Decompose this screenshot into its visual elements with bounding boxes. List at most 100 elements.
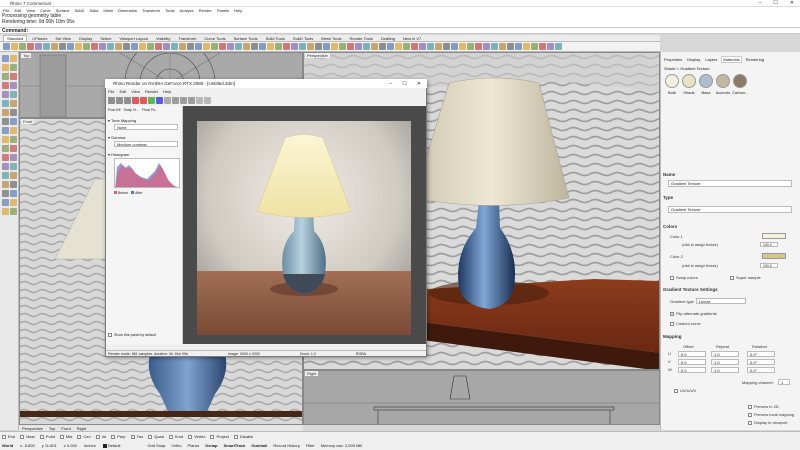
menu-item-transform[interactable]: Transform (142, 8, 160, 13)
post-effects-tab[interactable]: Post Eff (108, 108, 121, 112)
toolbar-tab[interactable]: Drafting (378, 36, 398, 41)
histogram-header[interactable]: ▾ Histogram (108, 152, 180, 157)
scale-icon[interactable] (10, 145, 17, 152)
osnap-checkbox[interactable] (39, 434, 44, 439)
show-panel-default-checkbox[interactable] (108, 333, 112, 338)
preview-local-checkbox[interactable] (748, 412, 752, 417)
rotate-view-icon[interactable] (259, 43, 266, 50)
group-icon[interactable] (2, 181, 9, 188)
viewport-tab-right[interactable]: Right (77, 426, 86, 431)
zoom-extents-icon[interactable] (451, 43, 458, 50)
type-section-header[interactable]: Type (663, 195, 673, 200)
viewport-tab-front[interactable]: Front (61, 426, 70, 431)
current-layer[interactable]: Default (102, 443, 121, 448)
osnap-near[interactable]: Near (20, 434, 35, 439)
material-icon[interactable] (499, 43, 506, 50)
material-swatch[interactable] (699, 74, 713, 88)
rotate-view-icon[interactable] (435, 43, 442, 50)
color1-swatch[interactable] (762, 233, 786, 239)
print-icon[interactable] (203, 43, 210, 50)
new-file-icon[interactable] (3, 43, 10, 50)
arc-icon[interactable] (10, 73, 17, 80)
grid-icon[interactable] (339, 43, 346, 50)
osnap-checkbox[interactable] (2, 434, 6, 439)
menu-item-mesh[interactable]: Mesh (103, 8, 113, 13)
display-viewport-option[interactable]: Display in viewport (748, 420, 787, 425)
select-icon[interactable] (459, 43, 466, 50)
flip-alternate-option[interactable]: Flip alternate gradients (670, 311, 717, 316)
type-dropdown[interactable]: Gradient Texture (668, 206, 792, 213)
sphere-icon[interactable] (2, 118, 9, 125)
menu-item-edit[interactable]: Edit (14, 8, 21, 13)
render-menu-item[interactable]: View (131, 89, 140, 94)
material-swatch[interactable] (682, 74, 696, 88)
snap-icon[interactable] (523, 43, 530, 50)
osnap-checkbox[interactable] (233, 434, 238, 439)
render-minimize-button[interactable]: – (390, 81, 393, 87)
post-effects-tab[interactable]: Final Po... (142, 108, 158, 112)
swap-colors-checkbox[interactable] (670, 275, 674, 280)
light-icon[interactable] (507, 43, 514, 50)
explode-icon[interactable] (10, 172, 17, 179)
channel-green-icon[interactable] (148, 96, 155, 104)
render-icon[interactable] (315, 43, 322, 50)
osnap-checkbox[interactable] (77, 434, 82, 439)
render-menu-item[interactable]: Edit (119, 89, 126, 94)
extrude-icon[interactable] (2, 109, 9, 116)
toolbar-tab[interactable]: Select (97, 36, 114, 41)
rotate-icon[interactable] (2, 145, 9, 152)
panel-tab-properties[interactable]: Properties (663, 57, 683, 62)
print-icon[interactable] (379, 43, 386, 50)
osnap-disable[interactable]: Disable (233, 434, 253, 439)
wrap-option[interactable]: UV/U/UV (674, 388, 696, 393)
name-field[interactable]: Gradient Texture (668, 180, 792, 187)
redo-icon[interactable] (67, 43, 74, 50)
layer-icon[interactable] (291, 43, 298, 50)
command-prompt[interactable]: Command: (0, 27, 800, 34)
analyze-icon[interactable] (10, 199, 17, 206)
open-file-icon[interactable] (187, 43, 194, 50)
stop-render-icon[interactable] (196, 96, 203, 104)
status-toggle[interactable]: SmartTrack (224, 443, 246, 448)
render-canvas[interactable] (183, 106, 426, 344)
status-toggle[interactable]: Osnap (205, 443, 217, 448)
zoom-icon[interactable] (267, 43, 274, 50)
material-swatch[interactable] (716, 74, 730, 88)
osnap-int[interactable]: Int (95, 434, 106, 439)
render-menu-item[interactable]: File (108, 89, 114, 94)
close-button[interactable]: ✕ (790, 0, 794, 6)
menu-item-solid[interactable]: Solid (89, 8, 98, 13)
print-icon[interactable] (27, 43, 34, 50)
toolbar-tab[interactable]: Set View (52, 36, 74, 41)
cplane-indicator[interactable]: World (2, 443, 13, 448)
open-file-icon[interactable] (363, 43, 370, 50)
copy-icon[interactable] (219, 43, 226, 50)
fit-icon[interactable] (188, 96, 195, 104)
copy-tool-icon[interactable] (10, 136, 17, 143)
panel-tab-display[interactable]: Display (686, 57, 701, 62)
menu-item-analyze[interactable]: Analyze (179, 8, 193, 13)
material-icon[interactable] (147, 43, 154, 50)
pause-render-icon[interactable] (204, 96, 211, 104)
print-icon[interactable] (555, 43, 562, 50)
zoom-extents-icon[interactable] (275, 43, 282, 50)
status-toggle[interactable]: Grid Snap (148, 443, 166, 448)
trim-icon[interactable] (2, 163, 9, 170)
mapping-repeat-field[interactable]: 1.0 (711, 359, 739, 365)
lock-icon[interactable] (2, 199, 9, 206)
status-toggle[interactable]: Record History (273, 443, 299, 448)
osnap-checkbox[interactable] (188, 434, 193, 439)
menu-item-help[interactable]: Help (234, 8, 242, 13)
material-swatch[interactable] (733, 74, 747, 88)
pan-icon[interactable] (427, 43, 434, 50)
zoom-out-icon[interactable] (180, 96, 187, 104)
snap-icon[interactable] (347, 43, 354, 50)
curve-icon[interactable] (10, 64, 17, 71)
box-icon[interactable] (10, 109, 17, 116)
osnap-perp[interactable]: Perp (111, 434, 126, 439)
zoom-icon[interactable] (443, 43, 450, 50)
render-icon[interactable] (139, 43, 146, 50)
maximize-button[interactable]: ☐ (773, 0, 777, 6)
mapping-channel-field[interactable]: 1 (778, 379, 790, 385)
show-panel-default-option[interactable]: Show this panel by default (108, 333, 156, 338)
